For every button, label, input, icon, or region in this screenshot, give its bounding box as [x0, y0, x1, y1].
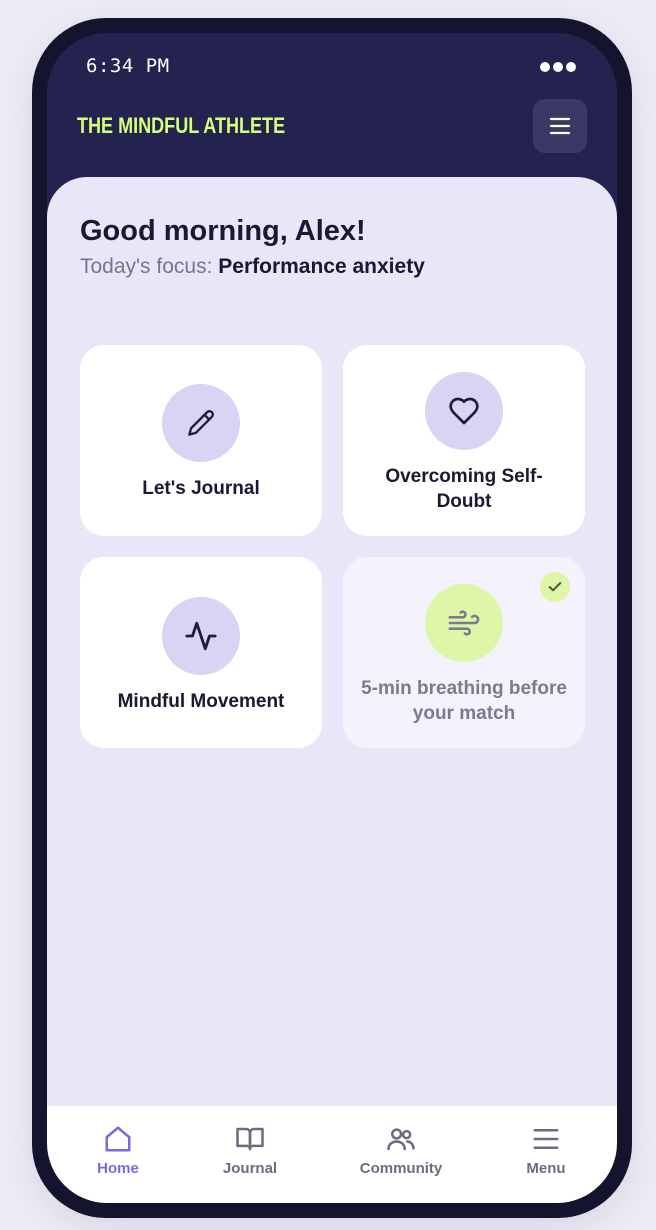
activity-pulse-icon	[185, 621, 217, 651]
card-mindful-movement[interactable]: Mindful Movement	[80, 557, 322, 748]
card-label: Let's Journal	[142, 478, 260, 499]
nav-home[interactable]: Home	[58, 1124, 178, 1177]
status-dot	[566, 62, 576, 72]
menu-icon	[533, 1129, 559, 1149]
completed-badge	[540, 572, 570, 602]
nav-journal[interactable]: Journal	[190, 1124, 310, 1177]
hamburger-icon	[549, 117, 571, 135]
wind-icon	[448, 610, 480, 636]
card-overcoming-self-doubt[interactable]: Overcoming Self-Doubt	[343, 345, 585, 536]
todays-focus: Today's focus: Performance anxiety	[80, 255, 425, 279]
status-indicator-dots	[540, 62, 576, 72]
nav-label: Menu	[526, 1160, 566, 1177]
nav-label: Journal	[222, 1160, 278, 1177]
brand-logo: THE MINDFUL ATHLETE	[77, 113, 286, 138]
check-icon	[548, 582, 562, 592]
card-breathing-exercise[interactable]: 5-min breathing before your match	[343, 557, 585, 748]
card-icon-circle	[162, 597, 240, 675]
card-label: Mindful Movement	[117, 691, 285, 712]
home-content: Good morning, Alex! Today's focus: Perfo…	[47, 177, 617, 1107]
focus-topic: Performance anxiety	[218, 255, 425, 278]
phone-frame: 6:34 PM THE MINDFUL ATHLETE Good morning…	[32, 18, 632, 1218]
card-label: 5-min breathing before your match	[361, 678, 567, 724]
nav-label: Home	[97, 1160, 139, 1177]
pencil-icon	[188, 410, 214, 436]
card-lets-journal[interactable]: Let's Journal	[80, 345, 322, 536]
card-label: Overcoming Self-Doubt	[385, 466, 543, 512]
status-time: 6:34 PM	[86, 55, 170, 77]
users-icon	[387, 1128, 415, 1151]
nav-community[interactable]: Community	[341, 1124, 461, 1177]
status-dot	[540, 62, 550, 72]
app-screen: 6:34 PM THE MINDFUL ATHLETE Good morning…	[47, 33, 617, 1203]
greeting-title: Good morning, Alex!	[80, 215, 366, 247]
status-dot	[553, 62, 563, 72]
nav-label: Community	[359, 1160, 443, 1177]
focus-prefix: Today's focus:	[80, 255, 213, 278]
card-icon-circle	[162, 384, 240, 462]
card-icon-circle	[425, 584, 503, 662]
header-menu-button[interactable]	[533, 99, 587, 153]
bottom-navigation: Home Journal Community Menu	[47, 1106, 617, 1203]
nav-menu[interactable]: Menu	[486, 1124, 606, 1177]
heart-icon	[449, 397, 479, 425]
card-icon-circle	[425, 372, 503, 450]
home-icon	[105, 1126, 131, 1152]
book-icon	[236, 1127, 264, 1151]
